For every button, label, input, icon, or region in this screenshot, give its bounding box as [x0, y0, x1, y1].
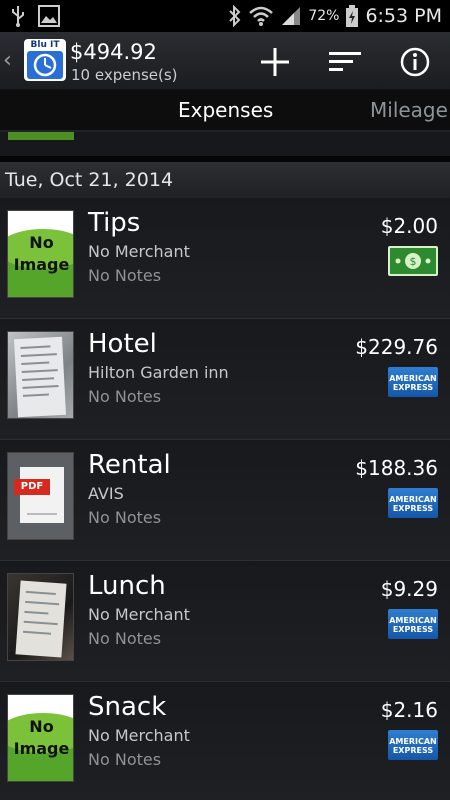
app-logo-text: Blu IT — [30, 40, 60, 50]
amex-icon: AMERICAN EXPRESS — [388, 730, 438, 760]
date-header-label: Tue, Oct 21, 2014 — [5, 169, 174, 191]
clock-logo-icon — [27, 51, 63, 79]
expense-title: Rental — [88, 450, 171, 480]
list-item[interactable]: Hotel Hilton Garden inn No Notes $229.76… — [0, 319, 450, 440]
status-left-icons — [10, 4, 60, 28]
expense-notes: No Notes — [88, 266, 162, 285]
battery-icon — [346, 5, 359, 27]
amex-icon: AMERICAN EXPRESS — [388, 609, 438, 639]
amex-text-top: AMERICAN — [389, 737, 437, 746]
receipt-line — [25, 590, 56, 595]
expense-notes: No Notes — [88, 508, 162, 527]
pdf-thumbnail: PDF — [7, 452, 74, 540]
app-logo[interactable]: Blu IT — [24, 39, 66, 81]
status-right-icons: 72% 6:53 PM — [228, 0, 442, 32]
amex-text-top: AMERICAN — [389, 616, 437, 625]
amex-text-top: AMERICAN — [389, 495, 437, 504]
clock: 6:53 PM — [365, 5, 442, 27]
receipt-line — [22, 377, 55, 381]
tab-mileage[interactable]: Mileage — [370, 98, 448, 122]
report-total: $494.92 — [70, 40, 157, 64]
usb-icon — [12, 6, 24, 27]
tab-bar: Expenses Mileage — [0, 90, 450, 132]
list-item[interactable]: No Image Snack No Merchant No Notes $2.1… — [0, 682, 450, 800]
receipt-paper — [15, 580, 67, 658]
add-icon — [261, 48, 289, 76]
sort-button[interactable] — [322, 42, 368, 82]
expense-title: Snack — [88, 692, 167, 722]
status-bar: 72% 6:53 PM — [0, 0, 450, 32]
expense-title: Hotel — [88, 329, 157, 359]
svg-text:$: $ — [410, 255, 417, 268]
add-expense-button[interactable] — [252, 42, 298, 82]
receipt-line — [25, 600, 60, 606]
expense-merchant: No Merchant — [88, 242, 190, 261]
receipt-line — [20, 345, 51, 349]
list-item[interactable]: PDF Rental AVIS No Notes $188.36 AMERICA… — [0, 440, 450, 561]
amex-text-bottom: EXPRESS — [392, 504, 434, 513]
pdf-icon: PDF — [14, 479, 50, 495]
battery-percent: 72% — [308, 8, 340, 24]
previous-row-thumbnail — [8, 132, 74, 140]
expense-amount: $2.00 — [380, 214, 438, 238]
expense-merchant: No Merchant — [88, 726, 190, 745]
pdf-document — [20, 467, 64, 523]
list-item[interactable]: Lunch No Merchant No Notes $9.29 AMERICA… — [0, 561, 450, 682]
receipt-paper — [13, 336, 67, 418]
expense-merchant: AVIS — [88, 484, 124, 503]
receipt-line — [24, 610, 49, 615]
thumbnail-text-no: No — [29, 717, 54, 736]
date-header: Tue, Oct 21, 2014 — [0, 162, 450, 198]
expense-title: Tips — [88, 208, 141, 238]
info-button[interactable] — [392, 42, 438, 82]
receipt-line — [22, 630, 52, 635]
expense-title: Lunch — [88, 571, 166, 601]
receipt-line — [22, 393, 49, 397]
receipt-line — [22, 385, 59, 389]
amex-icon: AMERICAN EXPRESS — [388, 488, 438, 518]
info-icon — [400, 47, 430, 77]
bluetooth-icon — [229, 5, 241, 27]
pdf-line — [27, 513, 57, 515]
amex-text-top: AMERICAN — [389, 374, 437, 383]
expense-merchant: Hilton Garden inn — [88, 363, 229, 382]
sort-icon — [329, 52, 361, 71]
expense-amount: $229.76 — [355, 335, 438, 359]
amex-text-bottom: EXPRESS — [392, 383, 434, 392]
receipt-line — [20, 353, 57, 357]
expense-amount: $9.29 — [380, 577, 438, 601]
expense-count: 10 expense(s) — [71, 66, 178, 84]
expense-merchant: No Merchant — [88, 605, 190, 624]
thumbnail-text-no: No — [29, 233, 54, 252]
receipt-line — [23, 620, 58, 626]
expense-list[interactable]: Tue, Oct 21, 2014 No Image Tips No Merch… — [0, 132, 450, 800]
expense-notes: No Notes — [88, 629, 162, 648]
expense-notes: No Notes — [88, 387, 162, 406]
expense-amount: $188.36 — [355, 456, 438, 480]
thumbnail-text-image: Image — [13, 255, 70, 274]
receipt-line — [21, 361, 50, 365]
previous-row-partial[interactable] — [0, 132, 450, 156]
list-item[interactable]: No Image Tips No Merchant No Notes $2.00… — [0, 198, 450, 319]
amex-text-bottom: EXPRESS — [392, 746, 434, 755]
receipt-thumbnail — [7, 331, 74, 419]
thumbnail-text-image: Image — [13, 739, 70, 758]
receipt-line — [21, 369, 58, 373]
cash-icon: $ — [388, 246, 438, 276]
expense-amount: $2.16 — [380, 698, 438, 722]
amex-icon: AMERICAN EXPRESS — [388, 367, 438, 397]
amex-text-bottom: EXPRESS — [392, 625, 434, 634]
expense-notes: No Notes — [88, 750, 162, 769]
no-image-thumbnail: No Image — [7, 210, 74, 298]
signal-icon — [282, 7, 301, 25]
tab-expenses[interactable]: Expenses — [178, 98, 273, 122]
receipt-thumbnail — [7, 573, 74, 661]
image-icon — [38, 5, 60, 27]
back-chevron-icon[interactable]: ‹ — [3, 48, 12, 73]
no-image-thumbnail: No Image — [7, 694, 74, 782]
wifi-icon — [249, 6, 274, 26]
action-bar: ‹ Blu IT $494.92 10 expense(s) — [0, 32, 450, 90]
